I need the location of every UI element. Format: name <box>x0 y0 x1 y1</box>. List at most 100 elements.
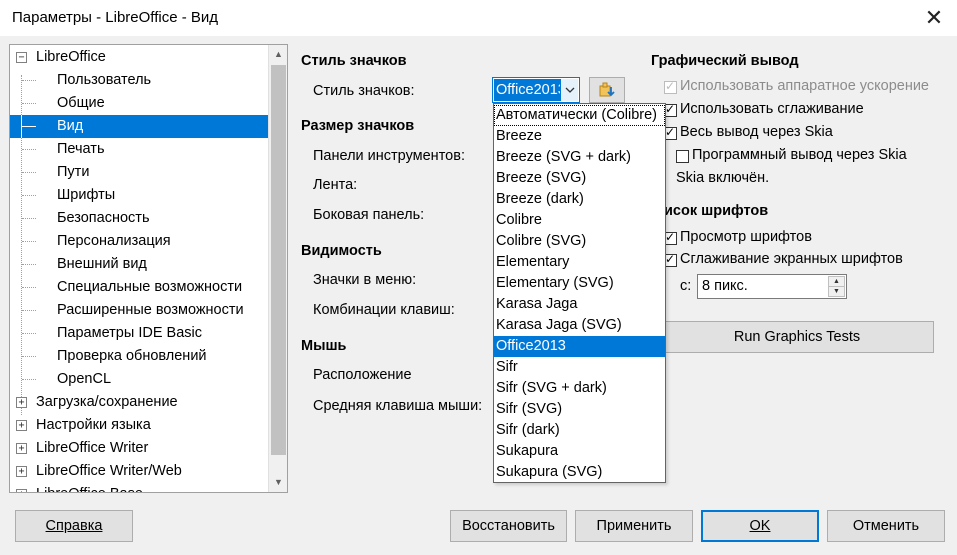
tree-guide-tick <box>22 356 36 357</box>
expand-icon[interactable]: + <box>16 489 27 492</box>
dropdown-option[interactable]: Breeze <box>494 126 665 147</box>
collapse-icon[interactable]: − <box>16 52 27 63</box>
hw-accel-label: Использовать аппаратное ускорение <box>680 78 929 94</box>
dropdown-option[interactable]: Colibre (SVG) <box>494 231 665 252</box>
tree-guide-tick <box>22 80 36 81</box>
tree-item[interactable]: Персонализация <box>10 230 268 253</box>
tree-item-label: Шрифты <box>57 187 116 203</box>
toolbar-size-label: Панели инструментов: <box>313 148 465 164</box>
dropdown-option[interactable]: Colibre <box>494 210 665 231</box>
dropdown-option[interactable]: Sukapura <box>494 441 665 462</box>
chevron-down-icon[interactable] <box>560 79 578 101</box>
tree-node[interactable]: − LibreOffice <box>10 46 268 69</box>
tree-item[interactable]: Общие <box>10 92 268 115</box>
dropdown-option[interactable]: Breeze (SVG + dark) <box>494 147 665 168</box>
dropdown-option[interactable]: Elementary (SVG) <box>494 273 665 294</box>
dropdown-option[interactable]: Sifr (SVG + dark) <box>494 378 665 399</box>
dropdown-option[interactable]: Автоматически (Colibre) <box>494 105 665 126</box>
skia-software-checkbox[interactable] <box>676 150 689 163</box>
expand-icon[interactable]: + <box>16 466 27 477</box>
tree-guide-tick <box>22 149 36 150</box>
tree-item[interactable]: Расширенные возможности <box>10 299 268 322</box>
dropdown-option[interactable]: Breeze (dark) <box>494 189 665 210</box>
tree-item[interactable]: Проверка обновлений <box>10 345 268 368</box>
hw-accel-checkbox[interactable]: ✓ <box>664 79 677 94</box>
mouse-heading: Мышь <box>301 338 347 354</box>
tree-item-label: Настройки языка <box>36 417 151 433</box>
tree-item[interactable]: Пользователь <box>10 69 268 92</box>
icon-style-dropdown-list[interactable]: Автоматически (Colibre) Breeze Breeze (SVG… <box>493 103 666 483</box>
add-icon-theme-button[interactable] <box>589 77 625 103</box>
title-bar: Параметры - LibreOffice - Вид ✕ <box>0 0 957 36</box>
mouse-position-label: Расположение <box>313 367 412 383</box>
close-button[interactable]: ✕ <box>911 0 957 36</box>
dropdown-option[interactable]: Sukapura (SVG) <box>494 462 665 482</box>
scroll-down-icon[interactable]: ▼ <box>269 473 287 492</box>
reset-button-label: Восстановить <box>462 518 555 534</box>
dropdown-option[interactable]: Karasa Jaga <box>494 294 665 315</box>
run-graphics-tests-button[interactable]: Run Graphics Tests <box>660 321 934 353</box>
dropdown-option[interactable]: Sifr <box>494 357 665 378</box>
tree-item-label: Безопасность <box>57 210 150 226</box>
tree-item[interactable]: OpenCL <box>10 368 268 391</box>
tree-item[interactable]: Параметры IDE Basic <box>10 322 268 345</box>
graphics-output-heading: Графический вывод <box>651 53 799 69</box>
spin-down-icon[interactable]: ▼ <box>828 286 845 297</box>
tree-item-label: LibreOffice Writer <box>36 440 149 456</box>
extension-icon <box>599 82 615 97</box>
cancel-button[interactable]: Отменить <box>827 510 945 542</box>
tree-guide-tick <box>22 287 36 288</box>
tree-guide-tick <box>22 172 36 173</box>
tree-item[interactable]: Специальные возможности <box>10 276 268 299</box>
window-title: Параметры - LibreOffice - Вид <box>12 9 219 26</box>
tree-guide-tick <box>22 218 36 219</box>
tree-item-label: OpenCL <box>57 371 112 387</box>
font-preview-label: Просмотр шрифтов <box>680 229 812 245</box>
help-button[interactable]: Справка <box>15 510 133 542</box>
tree-node[interactable]: + Настройки языка <box>10 414 268 437</box>
tree-guide-tick <box>21 126 36 127</box>
tree-item[interactable]: Внешний вид <box>10 253 268 276</box>
dropdown-option[interactable]: Elementary <box>494 252 665 273</box>
apply-button[interactable]: Применить <box>575 510 693 542</box>
ok-button[interactable]: OK <box>701 510 819 542</box>
apply-button-label: Применить <box>596 518 672 534</box>
tree-item[interactable]: Безопасность <box>10 207 268 230</box>
help-button-label: Справка <box>45 518 103 534</box>
tree-scrollbar[interactable]: ▲ ▼ <box>268 45 287 492</box>
tree-guide-tick <box>22 379 36 380</box>
expand-icon[interactable]: + <box>16 420 27 431</box>
tree-item[interactable]: Вид <box>10 115 268 138</box>
font-aa-size-spinner[interactable]: 8 пикс. ▲ ▼ <box>697 274 847 299</box>
dropdown-option[interactable]: Karasa Jaga (SVG) <box>494 315 665 336</box>
options-tree[interactable]: − LibreOffice Пользователь Общие Вид Печать Пу… <box>9 44 288 493</box>
dropdown-option[interactable]: Sifr (SVG) <box>494 399 665 420</box>
font-aa-label: Сглаживание экранных шрифтов <box>680 251 903 267</box>
tree-node[interactable]: + LibreOffice Writer <box>10 437 268 460</box>
dropdown-option[interactable]: Sifr (dark) <box>494 420 665 441</box>
tree-node[interactable]: + LibreOffice Base <box>10 483 268 492</box>
tree-guide-tick <box>22 333 36 334</box>
font-aa-size-value: 8 пикс. <box>702 278 748 294</box>
dropdown-option[interactable]: Office2013 <box>494 336 665 357</box>
tree-guide-tick <box>22 264 36 265</box>
tree-item[interactable]: Пути <box>10 161 268 184</box>
scroll-thumb[interactable] <box>271 65 286 455</box>
expand-icon[interactable]: + <box>16 443 27 454</box>
tree-node[interactable]: + Загрузка/сохранение <box>10 391 268 414</box>
icon-style-combo[interactable]: Office2013 <box>492 77 580 103</box>
icon-style-value: Office2013 <box>494 79 560 101</box>
dropdown-option[interactable]: Breeze (SVG) <box>494 168 665 189</box>
tree-item-label: Пользователь <box>57 72 152 88</box>
tree-node[interactable]: + LibreOffice Writer/Web <box>10 460 268 483</box>
reset-button[interactable]: Восстановить <box>450 510 567 542</box>
tree-item-label: LibreOffice <box>36 49 106 65</box>
shortcuts-label: Комбинации клавиш: <box>313 302 455 318</box>
tree-item[interactable]: Шрифты <box>10 184 268 207</box>
expand-icon[interactable]: + <box>16 397 27 408</box>
tree-item-label: LibreOffice Base <box>36 483 143 492</box>
tree-item[interactable]: Печать <box>10 138 268 161</box>
tree-guide-tick <box>22 310 36 311</box>
tree-item-label: Загрузка/сохранение <box>36 394 178 410</box>
scroll-up-icon[interactable]: ▲ <box>269 45 287 64</box>
